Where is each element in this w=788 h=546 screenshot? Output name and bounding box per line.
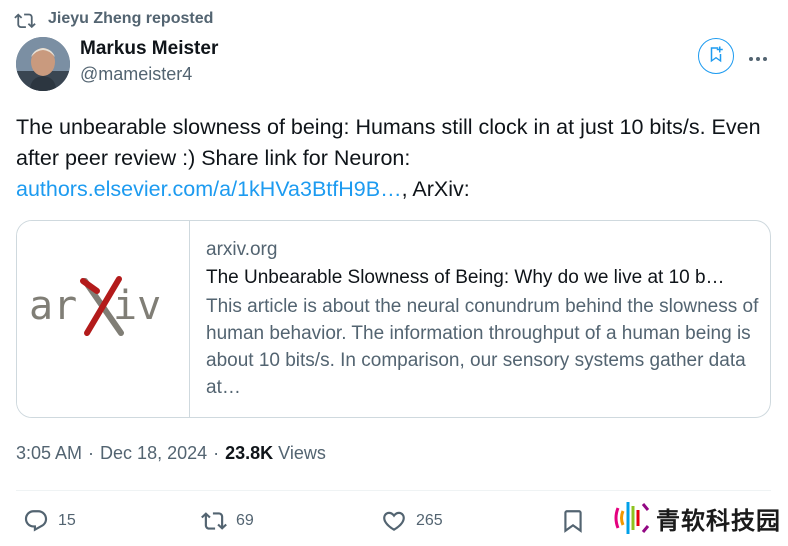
author-name[interactable]: Markus Meister	[80, 38, 218, 60]
grok-button[interactable]	[698, 38, 734, 74]
card-title: The Unbearable Slowness of Being: Why do…	[206, 267, 725, 288]
neuron-share-link[interactable]: authors.elsevier.com/a/1kHVa3BtfH9B…	[16, 177, 402, 201]
repost-label: Jieyu Zheng reposted	[48, 10, 214, 27]
reply-count: 15	[58, 512, 76, 529]
like-button[interactable]: 265	[380, 508, 443, 534]
heart-icon	[383, 511, 405, 531]
views-count: 23.8K	[225, 443, 274, 463]
repost-icon	[14, 10, 36, 29]
tweet-text-part2: , ArXiv:	[401, 177, 470, 201]
tweet-date[interactable]: Dec 18, 2024	[100, 443, 207, 464]
repost-header[interactable]: Jieyu Zheng reposted	[14, 8, 214, 30]
bookmark-button[interactable]	[560, 508, 594, 534]
svg-text:ar: ar	[29, 283, 77, 329]
repost-button[interactable]: 69	[200, 508, 254, 534]
arxiv-logo: ar iv	[29, 276, 161, 336]
tweet-text: The unbearable slowness of being: Humans…	[16, 112, 776, 205]
grok-bookmark-icon	[707, 45, 725, 68]
tweet-text-part1: The unbearable slowness of being: Humans…	[16, 115, 761, 170]
views-label: Views	[278, 443, 326, 463]
repost-icon	[201, 512, 227, 530]
author-handle[interactable]: @mameister4	[80, 64, 192, 85]
like-count: 265	[416, 512, 443, 529]
tweet-meta: 3:05 AM · Dec 18, 2024 · 23.8K Views	[16, 443, 326, 464]
more-button[interactable]	[744, 44, 772, 68]
watermark: 青软科技园	[612, 498, 781, 538]
link-card[interactable]: ar iv arxiv.org The Unbearable Slowness …	[16, 220, 771, 418]
reply-icon	[24, 510, 48, 532]
repost-count: 69	[236, 512, 254, 529]
meta-separator: ·	[213, 443, 220, 463]
bookmark-icon	[564, 510, 582, 533]
meta-separator: ·	[88, 443, 95, 463]
card-description: This article is about the neural conundr…	[206, 296, 759, 398]
more-icon	[748, 45, 768, 68]
card-body: arxiv.org The Unbearable Slowness of Bei…	[206, 236, 761, 401]
card-domain: arxiv.org	[206, 239, 278, 260]
tweet-time[interactable]: 3:05 AM	[16, 443, 82, 464]
svg-text:iv: iv	[113, 283, 161, 329]
watermark-logo-icon	[614, 502, 650, 534]
watermark-text: 青软科技园	[656, 507, 781, 535]
reply-button[interactable]: 15	[22, 508, 76, 534]
avatar[interactable]	[16, 37, 70, 91]
card-thumbnail[interactable]: ar iv	[17, 221, 190, 417]
divider	[16, 490, 771, 491]
